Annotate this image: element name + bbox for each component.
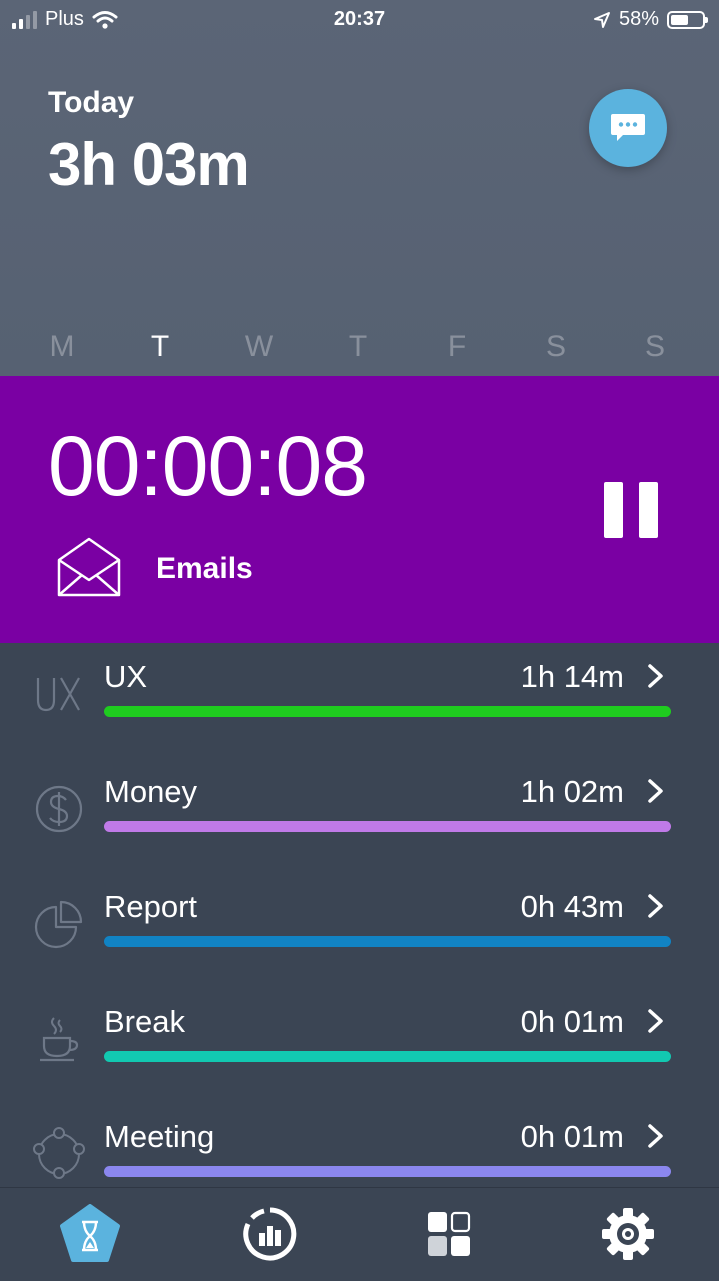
day-thursday[interactable]: T: [338, 330, 378, 364]
day-monday[interactable]: M: [42, 330, 82, 364]
chevron-right-icon: [648, 664, 663, 688]
today-label: Today: [48, 86, 135, 119]
day-saturday[interactable]: S: [536, 330, 576, 364]
chevron-right-icon: [648, 894, 663, 918]
dollar-coin-icon: [35, 785, 83, 833]
activity-time: 1h 02m: [520, 774, 624, 809]
tab-timer[interactable]: [58, 1202, 122, 1266]
activity-time: 1h 14m: [520, 659, 624, 694]
day-wednesday[interactable]: W: [239, 330, 279, 364]
stats-icon: [243, 1207, 297, 1261]
tab-stats[interactable]: [238, 1202, 302, 1266]
ux-text-icon: [36, 677, 80, 712]
day-friday[interactable]: F: [437, 330, 477, 364]
tab-settings[interactable]: [596, 1202, 660, 1266]
status-bar: Plus 20:37 58%: [0, 0, 719, 40]
envelope-icon: [57, 537, 121, 597]
header: Plus 20:37 58% Today 3h 03m M T W T F S …: [0, 0, 719, 376]
day-sunday[interactable]: S: [635, 330, 675, 364]
activity-name: UX: [104, 659, 148, 694]
activity-progress-bar: [104, 1051, 671, 1062]
chat-bubble-icon: [611, 114, 645, 141]
grid-icon: [428, 1211, 471, 1256]
battery-icon: [667, 10, 708, 29]
activity-name: Report: [104, 889, 198, 924]
activity-time: 0h 01m: [520, 1004, 624, 1039]
activity-list: UX 1h 14m Money 1h 02m Report 0h 43m Bre…: [0, 643, 719, 1188]
battery-fill: [671, 14, 688, 25]
people-circle-icon: [33, 1127, 85, 1179]
activity-progress-bar: [104, 1166, 671, 1177]
activity-progress-bar: [104, 936, 671, 947]
activity-row-meeting[interactable]: Meeting 0h 01m: [0, 1103, 719, 1188]
timer-value: 00:00:08: [48, 419, 368, 513]
activity-progress-bar: [104, 706, 671, 717]
day-tuesday[interactable]: T: [140, 330, 180, 364]
activity-name: Break: [104, 1004, 185, 1039]
coffee-cup-icon: [40, 1017, 79, 1062]
tab-bar: [0, 1187, 719, 1281]
chevron-right-icon: [648, 1009, 663, 1033]
activity-time: 0h 01m: [520, 1119, 624, 1154]
today-total-time: 3h 03m: [48, 131, 250, 198]
tab-activities[interactable]: [417, 1202, 481, 1266]
activity-progress-bar: [104, 821, 671, 832]
hourglass-icon: [60, 1204, 120, 1262]
activity-name: Money: [104, 774, 198, 809]
activity-time: 0h 43m: [520, 889, 624, 924]
activity-row-report[interactable]: Report 0h 43m: [0, 873, 719, 988]
active-timer-panel[interactable]: 00:00:08 Emails: [0, 376, 719, 643]
activity-row-ux[interactable]: UX 1h 14m: [0, 643, 719, 758]
timer-task-label: Emails: [156, 552, 253, 585]
activity-name: Meeting: [104, 1119, 215, 1154]
activity-row-break[interactable]: Break 0h 01m: [0, 988, 719, 1103]
pie-chart-icon: [34, 900, 83, 949]
chat-button[interactable]: [589, 89, 667, 167]
battery-percent: 58%: [618, 8, 659, 30]
location-arrow-icon: [593, 11, 610, 28]
settings-gear-icon: [602, 1208, 654, 1260]
pause-icon: [604, 482, 623, 538]
chevron-right-icon: [648, 779, 663, 803]
chevron-right-icon: [648, 1124, 663, 1148]
activity-row-money[interactable]: Money 1h 02m: [0, 758, 719, 873]
pause-button[interactable]: [604, 482, 658, 538]
weekday-selector: M T W T F S S: [0, 330, 719, 370]
